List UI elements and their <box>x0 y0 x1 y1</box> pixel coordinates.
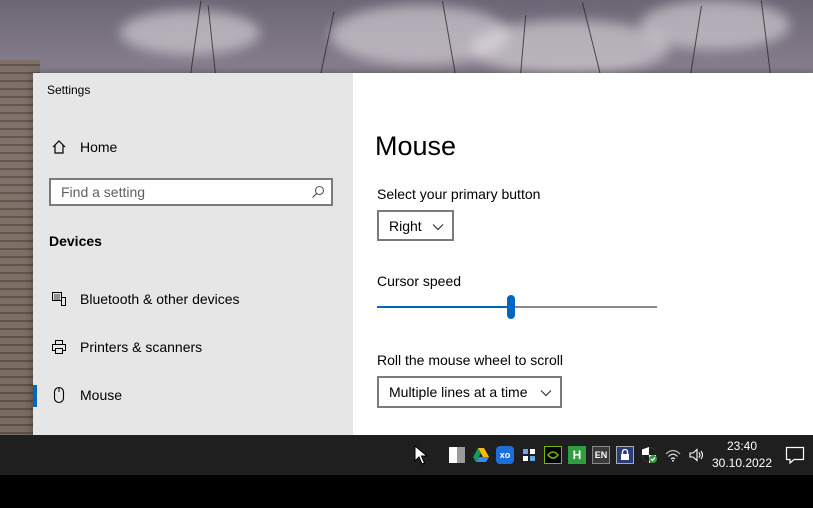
google-drive-icon[interactable] <box>472 446 490 464</box>
app-icon[interactable] <box>448 446 466 464</box>
sidebar-item-label: Mouse <box>80 387 123 403</box>
active-indicator <box>33 385 37 407</box>
sidebar-item-label: Printers & scanners <box>80 339 203 355</box>
search-input[interactable] <box>51 183 303 201</box>
scroll-dropdown[interactable]: Multiple lines at a time <box>377 376 562 408</box>
defender-icon[interactable] <box>640 446 658 464</box>
xo-icon[interactable]: xo <box>496 446 514 464</box>
nvidia-icon[interactable] <box>544 446 562 464</box>
system-tray: xo H EN <box>448 435 712 475</box>
chevron-down-icon <box>432 220 444 232</box>
page-title: Mouse <box>375 131 457 161</box>
printer-icon <box>49 337 69 357</box>
sidebar-item-mouse[interactable]: Mouse <box>33 379 353 411</box>
language-icon[interactable]: EN <box>592 446 610 464</box>
search-box <box>49 178 333 206</box>
bluetooth-device-icon <box>49 289 69 309</box>
section-title: Devices <box>49 233 102 249</box>
app-icon[interactable] <box>520 446 538 464</box>
main-content: Mouse Select your primary button Right C… <box>353 73 813 435</box>
sidebar-item-label: Bluetooth & other devices <box>80 291 240 307</box>
vpn-lock-icon[interactable] <box>616 446 634 464</box>
taskbar-clock[interactable]: 23:40 30.10.2022 <box>708 438 776 472</box>
clock-time: 23:40 <box>726 439 758 453</box>
h-app-icon[interactable]: H <box>568 446 586 464</box>
slider-thumb[interactable] <box>507 295 516 319</box>
clock-date: 30.10.2022 <box>711 456 773 470</box>
dropdown-value: Multiple lines at a time <box>389 384 528 400</box>
cursor-speed-label: Cursor speed <box>377 273 462 289</box>
taskbar: xo H EN 23:40 30.10.2022 <box>0 435 813 475</box>
mouse-pointer-icon <box>414 444 429 465</box>
sidebar-item-home[interactable]: Home <box>33 131 353 163</box>
dropdown-value: Right <box>389 217 422 234</box>
primary-button-dropdown[interactable]: Right <box>377 210 454 241</box>
cursor-speed-slider[interactable] <box>377 295 657 319</box>
slider-fill <box>377 306 512 308</box>
settings-window: Settings Home Devices Bluetooth & other … <box>33 73 813 435</box>
sidebar-item-label: Home <box>80 139 118 155</box>
home-icon <box>49 137 69 157</box>
bottom-strip <box>0 475 813 508</box>
primary-button-label: Select your primary button <box>377 186 541 202</box>
notification-center-icon[interactable] <box>784 445 806 465</box>
scroll-label: Roll the mouse wheel to scroll <box>377 352 563 368</box>
sidebar: Settings Home Devices Bluetooth & other … <box>33 73 353 435</box>
sidebar-item-printers[interactable]: Printers & scanners <box>33 331 353 363</box>
sidebar-item-bluetooth[interactable]: Bluetooth & other devices <box>33 283 353 315</box>
wifi-icon[interactable] <box>664 446 682 464</box>
chevron-down-icon <box>540 386 552 398</box>
window-title: Settings <box>47 83 91 97</box>
search-icon[interactable] <box>311 185 325 199</box>
mouse-icon <box>49 385 69 405</box>
volume-icon[interactable] <box>688 446 706 464</box>
